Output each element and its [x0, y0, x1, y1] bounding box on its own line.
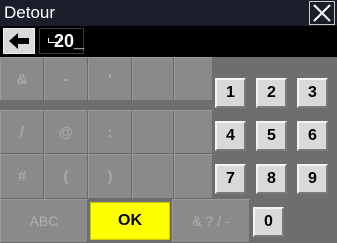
key-label: :	[107, 123, 113, 141]
key-label: )	[107, 168, 113, 185]
input-bar: 20_	[0, 26, 337, 57]
key-3[interactable]: 3	[297, 78, 328, 108]
key-label: 1	[226, 84, 235, 101]
key-label: 5	[267, 127, 276, 144]
keypad: & - ' 1 2 3 / @ : 4 5 6 # ( ) 7 8 9 ABC …	[0, 57, 337, 243]
window-title: Detour	[4, 3, 56, 22]
key-blank	[174, 110, 213, 154]
key-label: (	[63, 168, 69, 185]
key-label: ABC	[29, 213, 59, 229]
entry-field[interactable]: 20_	[54, 29, 84, 53]
close-button[interactable]	[309, 1, 335, 25]
key-label: & ? / -	[192, 213, 230, 229]
key-blank	[132, 57, 174, 101]
key-ampersand[interactable]: &	[0, 57, 44, 101]
key-label: 2	[267, 84, 276, 101]
backspace-arrow-icon	[9, 33, 29, 49]
key-label: OK	[118, 212, 142, 229]
key-hash[interactable]: #	[0, 154, 44, 199]
key-label: 8	[267, 170, 276, 187]
key-label: @	[58, 123, 74, 141]
close-icon	[313, 4, 331, 22]
key-label: 4	[226, 127, 235, 144]
key-at[interactable]: @	[44, 110, 88, 154]
key-8[interactable]: 8	[256, 164, 287, 194]
key-label: &	[16, 70, 28, 88]
key-9[interactable]: 9	[297, 164, 328, 194]
key-blank	[174, 57, 213, 101]
key-label: 0	[264, 213, 273, 230]
abc-mode-button[interactable]: ABC	[0, 199, 88, 243]
key-slash[interactable]: /	[0, 110, 44, 154]
key-label: 7	[226, 170, 235, 187]
key-open-paren[interactable]: (	[44, 154, 88, 199]
key-hyphen[interactable]: -	[44, 57, 88, 101]
key-4[interactable]: 4	[215, 121, 246, 151]
key-0[interactable]: 0	[253, 207, 284, 237]
symbols-mode-button[interactable]: & ? / -	[172, 199, 250, 243]
key-7[interactable]: 7	[215, 164, 246, 194]
key-colon[interactable]: :	[88, 110, 132, 154]
key-5[interactable]: 5	[256, 121, 287, 151]
backspace-button[interactable]	[3, 28, 35, 54]
key-label: /	[19, 123, 25, 141]
key-label: 6	[308, 127, 317, 144]
key-1[interactable]: 1	[215, 78, 246, 108]
key-label: #	[17, 168, 27, 185]
ok-button[interactable]: OK	[90, 202, 170, 240]
key-2[interactable]: 2	[256, 78, 287, 108]
key-label: 9	[308, 170, 317, 187]
key-close-paren[interactable]: )	[88, 154, 132, 199]
key-blank	[132, 154, 174, 199]
key-label: '	[108, 70, 112, 88]
key-label: -	[63, 70, 69, 88]
key-6[interactable]: 6	[297, 121, 328, 151]
key-label: 3	[308, 84, 317, 101]
key-blank	[174, 154, 213, 199]
key-apostrophe[interactable]: '	[88, 57, 132, 101]
title-bar: Detour	[0, 0, 337, 26]
key-blank	[132, 110, 174, 154]
